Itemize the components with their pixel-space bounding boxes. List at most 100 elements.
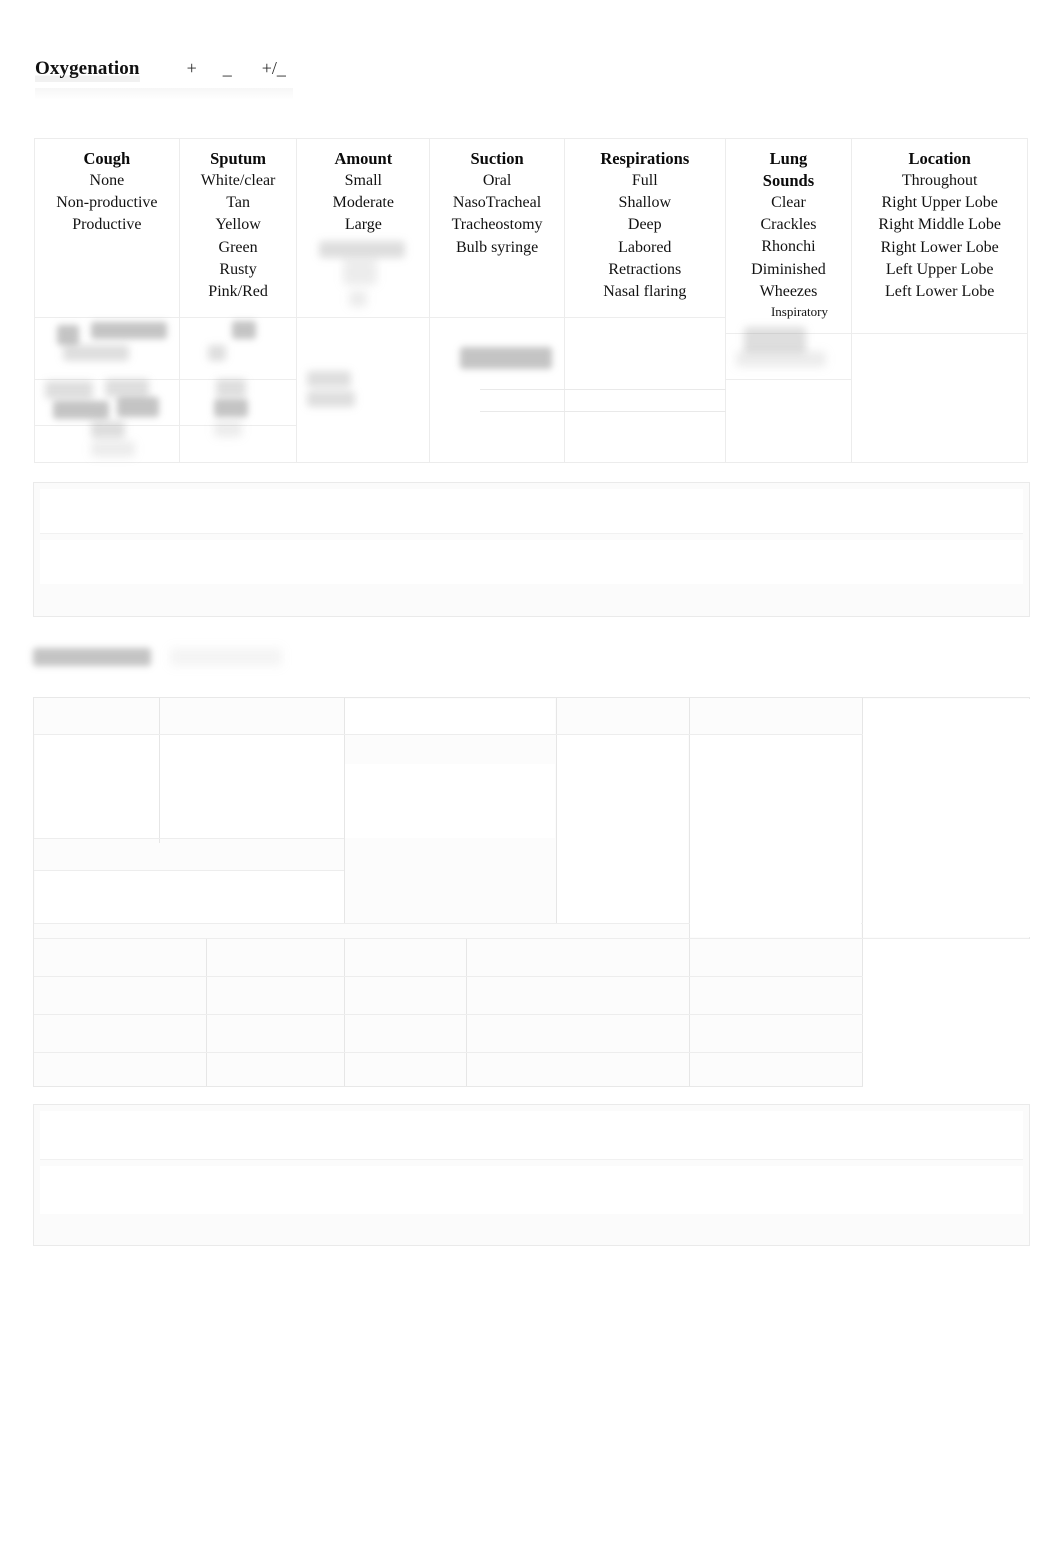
option-suction-oral[interactable]: Oral [430,170,564,192]
column-header-suction: Suction [470,149,524,168]
notes-row[interactable] [40,1166,1023,1214]
notes-box-upper [33,482,1030,617]
option-amount-large[interactable]: Large [297,214,429,236]
redacted-label [170,648,282,666]
option-lung-wheezes[interactable]: Wheezes [726,281,852,303]
grid-col-divider [206,938,207,1086]
redacted-content [63,345,129,361]
column-header-sounds: Sounds [762,170,815,190]
grid-col-divider [466,938,467,1086]
column-header-cough: Cough [83,149,131,168]
marker-minus-icon: _ [222,58,232,78]
lower-data-grid [33,697,1030,1087]
redacted-content [117,397,159,417]
option-resp-full[interactable]: Full [565,170,725,192]
option-resp-labored[interactable]: Labored [565,237,725,259]
column-header-respirations: Respirations [600,149,690,168]
marker-plus-icon: + [186,58,197,78]
option-location-left-lower-lobe[interactable]: Left Lower Lobe [852,281,1027,303]
redacted-content [91,441,135,457]
redacted-content [319,241,406,258]
redacted-content [735,351,826,367]
option-lung-crackles[interactable]: Crackles [726,214,852,236]
table-column-location: Location Throughout Right Upper Lobe Rig… [852,139,1027,462]
redacted-content [207,345,226,361]
option-cough-non-productive[interactable]: Non-productive [35,192,179,214]
grid-cell[interactable] [690,735,861,937]
option-lung-inspiratory[interactable]: Inspiratory [726,303,852,321]
option-sputum-yellow[interactable]: Yellow [180,214,297,236]
option-amount-moderate[interactable]: Moderate [297,192,429,214]
option-lung-rhonchi[interactable]: Rhonchi [726,236,852,258]
redacted-content [105,379,149,397]
option-suction-bulb-syringe[interactable]: Bulb syringe [430,237,564,259]
option-sputum-green[interactable]: Green [180,237,297,259]
option-cough-none[interactable]: None [35,170,179,192]
redacted-content [743,327,806,353]
redacted-content [91,421,125,438]
notes-row[interactable] [40,540,1023,584]
table-column-lung-sounds: Lung Sounds Clear Crackles Rhonchi Dimin… [725,139,853,462]
table-column-amount: Amount Small Moderate Large [297,139,431,462]
option-location-right-lower-lobe[interactable]: Right Lower Lobe [852,237,1027,259]
option-suction-tracheostomy[interactable]: Tracheostomy [430,214,564,236]
table-column-sputum: Sputum White/clear Tan Yellow Green Rust… [179,139,298,462]
marker-plus-minus-icon: +/_ [261,58,286,78]
grid-cell[interactable] [35,735,159,838]
grid-cell[interactable] [345,699,555,734]
option-sputum-white-clear[interactable]: White/clear [180,170,297,192]
option-resp-retractions[interactable]: Retractions [565,259,725,281]
option-resp-shallow[interactable]: Shallow [565,192,725,214]
cough-inner-divider-1 [35,317,179,318]
option-suction-nasotracheal[interactable]: NasoTracheal [430,192,564,214]
notes-row[interactable] [40,1111,1023,1160]
amount-inner-divider-1 [297,317,430,318]
oxygenation-assessment-table: Cough None Non-productive Productive Spu… [34,138,1028,463]
option-cough-productive[interactable]: Productive [35,214,179,236]
column-header-location: Location [908,149,971,168]
write-line [480,411,566,412]
option-resp-deep[interactable]: Deep [565,214,725,236]
write-line [480,389,566,390]
redacted-content [213,421,242,437]
grid-cell[interactable] [863,939,1030,1087]
grid-cell[interactable] [863,699,1030,937]
grid-cell[interactable] [160,735,344,838]
option-lung-clear[interactable]: Clear [726,192,852,214]
table-column-cough: Cough None Non-productive Productive [35,139,180,462]
redacted-content [343,259,378,285]
redacted-content [57,325,79,345]
option-location-right-middle-lobe[interactable]: Right Middle Lobe [852,214,1027,236]
grid-row-divider [34,838,344,839]
redacted-content [53,401,109,419]
redacted-content [213,399,248,417]
notes-box-lower [33,1104,1030,1246]
option-location-right-upper-lobe[interactable]: Right Upper Lobe [852,192,1027,214]
option-location-left-upper-lobe[interactable]: Left Upper Lobe [852,259,1027,281]
grid-cell[interactable] [557,735,688,923]
option-sputum-pink-red[interactable]: Pink/Red [180,281,297,303]
option-resp-nasal-flaring[interactable]: Nasal flaring [565,281,725,303]
notes-row[interactable] [40,489,1023,534]
redacted-content [45,381,93,399]
page-title: Oxygenation [35,58,140,82]
option-sputum-tan[interactable]: Tan [180,192,297,214]
suction-inner-divider-1 [430,317,564,318]
section-title-row: Oxygenation + _ +/_ [35,58,288,82]
column-header-lung: Lung [769,149,808,168]
redacted-content [91,322,167,339]
option-sputum-rusty[interactable]: Rusty [180,259,297,281]
title-underline-shadow [35,88,293,100]
write-line [564,389,726,390]
grid-cell[interactable] [35,871,344,923]
grid-cell[interactable] [345,764,555,838]
lung-inner-divider-2 [725,379,852,380]
option-location-throughout[interactable]: Throughout [852,170,1027,192]
option-lung-diminished[interactable]: Diminished [726,259,852,281]
redacted-section-heading [460,347,553,369]
table-column-respirations: Respirations Full Shallow Deep Labored R… [564,139,726,462]
table-column-suction: Suction Oral NasoTracheal Tracheostomy B… [430,139,566,462]
location-inner-divider-1 [852,333,1027,334]
redacted-content [349,291,368,307]
option-amount-small[interactable]: Small [297,170,429,192]
